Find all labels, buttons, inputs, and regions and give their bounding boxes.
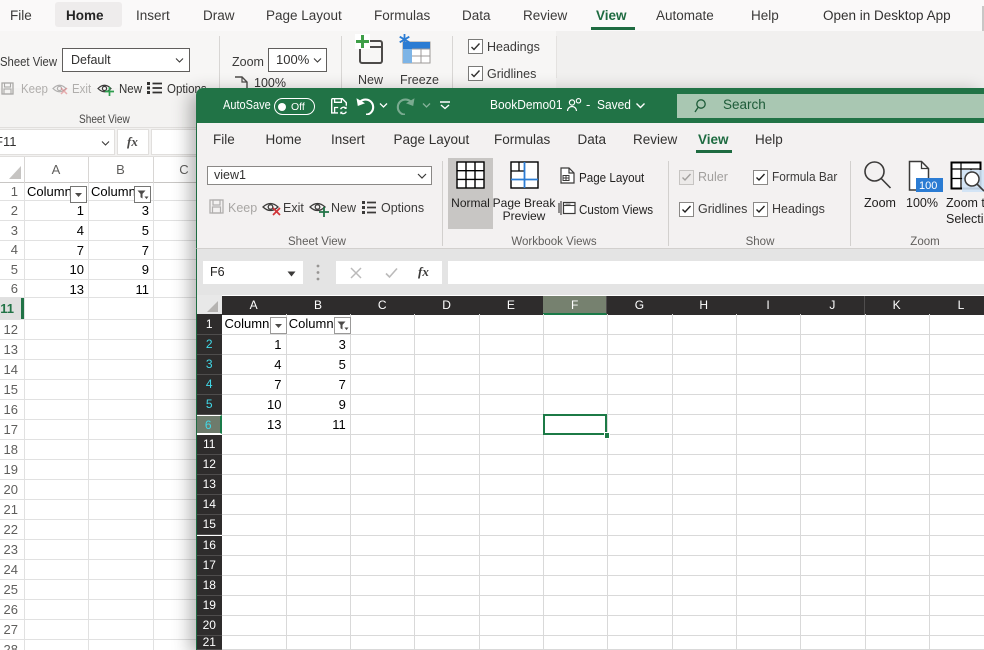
svg-text:100: 100	[919, 180, 937, 192]
